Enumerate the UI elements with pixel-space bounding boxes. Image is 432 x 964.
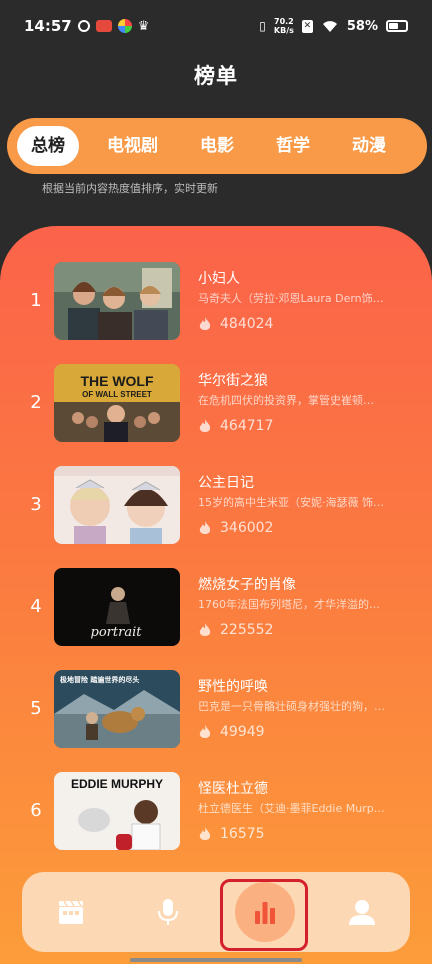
rank-number: 1 [30,290,42,311]
heat-score: 464717 [198,418,273,434]
item-description: 马奇夫人（劳拉·邓恩Laura Dern饰… [198,292,384,305]
heat-score: 225552 [198,622,273,638]
nav-movies-button[interactable] [41,882,101,942]
category-tab-bar: 总榜 电视剧 电影 哲学 动漫 [7,118,427,174]
item-title: 小妇人 [198,271,240,287]
notification-color-icon [117,19,132,33]
heat-value: 346002 [220,520,274,536]
notification-crown-icon: ♛ [137,18,150,34]
rank-number: 5 [30,698,42,719]
vibrate-icon: ▯ [259,19,266,33]
clapperboard-icon [58,900,83,924]
battery-icon [386,20,408,32]
item-title: 燃烧女子的肖像 [198,577,296,593]
rank-number: 4 [30,596,42,617]
wolf-of-wall-street-poster[interactable]: THE WOLF OF WALL STREET [54,364,180,442]
item-title: 华尔街之狼 [198,373,268,389]
notification-news-icon [95,20,112,32]
flame-icon [199,521,211,534]
page-title: 榜单 [194,64,238,88]
battery-percent: 58% [346,18,378,34]
item-title: 野性的呼唤 [198,679,268,695]
tab-movies[interactable]: 电影 [186,126,248,166]
item-description: 1760年法国布列塔尼，才华洋溢的… [198,598,380,611]
little-women-poster[interactable] [54,262,180,340]
rank-number: 3 [30,494,42,515]
person-icon [348,900,375,925]
home-indicator[interactable] [130,958,302,962]
item-description: 在危机四伏的投资界，掌管史崔顿… [198,394,374,407]
flame-icon [199,623,211,636]
ranking-item-3[interactable]: 3 公主日记 15岁的高中生米亚（安妮·海瑟薇 饰… 346002 [0,466,432,568]
item-description: 15岁的高中生米亚（安妮·海瑟薇 饰… [198,496,384,509]
flame-icon [199,317,211,330]
poster-title-line2: OF WALL STREET [82,390,152,399]
status-bar: 14:57 ♛ ▯ 70.2 KB/s ✕ 58% [0,0,432,52]
item-title: 公主日记 [198,475,254,491]
heat-value: 49949 [220,724,265,740]
nav-audio-button[interactable] [138,882,198,942]
ranking-item-2[interactable]: 2 THE WOLF OF WALL STREET 华尔街之狼 在危机四伏的投资… [0,364,432,466]
poster-actor-name: EDDIE MURPHY [71,777,163,791]
tab-overall[interactable]: 总榜 [17,126,79,166]
tab-tv-series[interactable]: 电视剧 [93,126,172,166]
nav-profile-button[interactable] [332,882,392,942]
poster-tagline: 极地冒险 踏遍世界的尽头 [60,675,139,684]
net-speed-unit: KB/s [273,26,294,35]
item-description: 巴克是一只骨骼壮硕身材强壮的狗，… [198,700,385,713]
ranking-item-1[interactable]: 1 小妇人 马奇夫人（劳拉·邓恩Laura Dern饰… 484024 [0,262,432,364]
ranking-item-6[interactable]: 6 EDDIE MURPHY 怪医杜立德 杜立德医生（艾迪·墨菲Eddie Mu… [0,772,432,874]
heat-score: 346002 [198,520,273,536]
poster-script-title: portrait [91,625,143,640]
poster-title-line1: THE WOLF [80,373,154,389]
status-time: 14:57 [24,17,72,35]
net-speed-value: 70.2 [274,17,294,26]
network-speed: 70.2 KB/s [274,17,294,35]
ranking-subtitle: 根据当前内容热度值排序，实时更新 [42,182,218,195]
tab-philosophy[interactable]: 哲学 [262,126,324,166]
princess-diaries-poster[interactable] [54,466,180,544]
ranking-item-5[interactable]: 5 极地冒险 踏遍世界的尽头 野性的呼唤 巴克是一只骨骼壮硕身材强壮的狗，… 4… [0,670,432,772]
heat-score: 484024 [198,316,273,332]
rank-number: 2 [30,392,42,413]
heat-score: 49949 [198,724,265,740]
tab-anime[interactable]: 动漫 [338,126,400,166]
rank-number: 6 [30,800,42,821]
selection-highlight [220,879,308,951]
heat-value: 464717 [220,418,274,434]
notification-app-icon [77,20,90,32]
microphone-icon [157,899,178,925]
heat-value: 484024 [220,316,274,332]
flame-icon [199,419,211,432]
heat-value: 225552 [220,622,274,638]
flame-icon [199,827,211,840]
heat-value: 16575 [220,826,265,842]
item-description: 杜立德医生（艾迪·墨菲Eddie Murp… [198,802,385,815]
portrait-lady-on-fire-poster[interactable]: portrait [54,568,180,646]
wifi-icon [322,21,337,32]
ranking-panel: 1 小妇人 马奇夫人（劳拉·邓恩Laura Dern饰… 484024 2 TH… [0,226,432,964]
bottom-navigation [22,872,410,952]
sim-icon: ✕ [301,19,313,33]
ranking-item-4[interactable]: 4 portrait 燃烧女子的肖像 1760年法国布列塔尼，才华洋溢的… 22… [0,568,432,670]
call-of-the-wild-poster[interactable]: 极地冒险 踏遍世界的尽头 [54,670,180,748]
dr-dolittle-poster[interactable]: EDDIE MURPHY [54,772,180,850]
heat-score: 16575 [198,826,265,842]
flame-icon [199,725,211,738]
item-title: 怪医杜立德 [198,781,268,797]
